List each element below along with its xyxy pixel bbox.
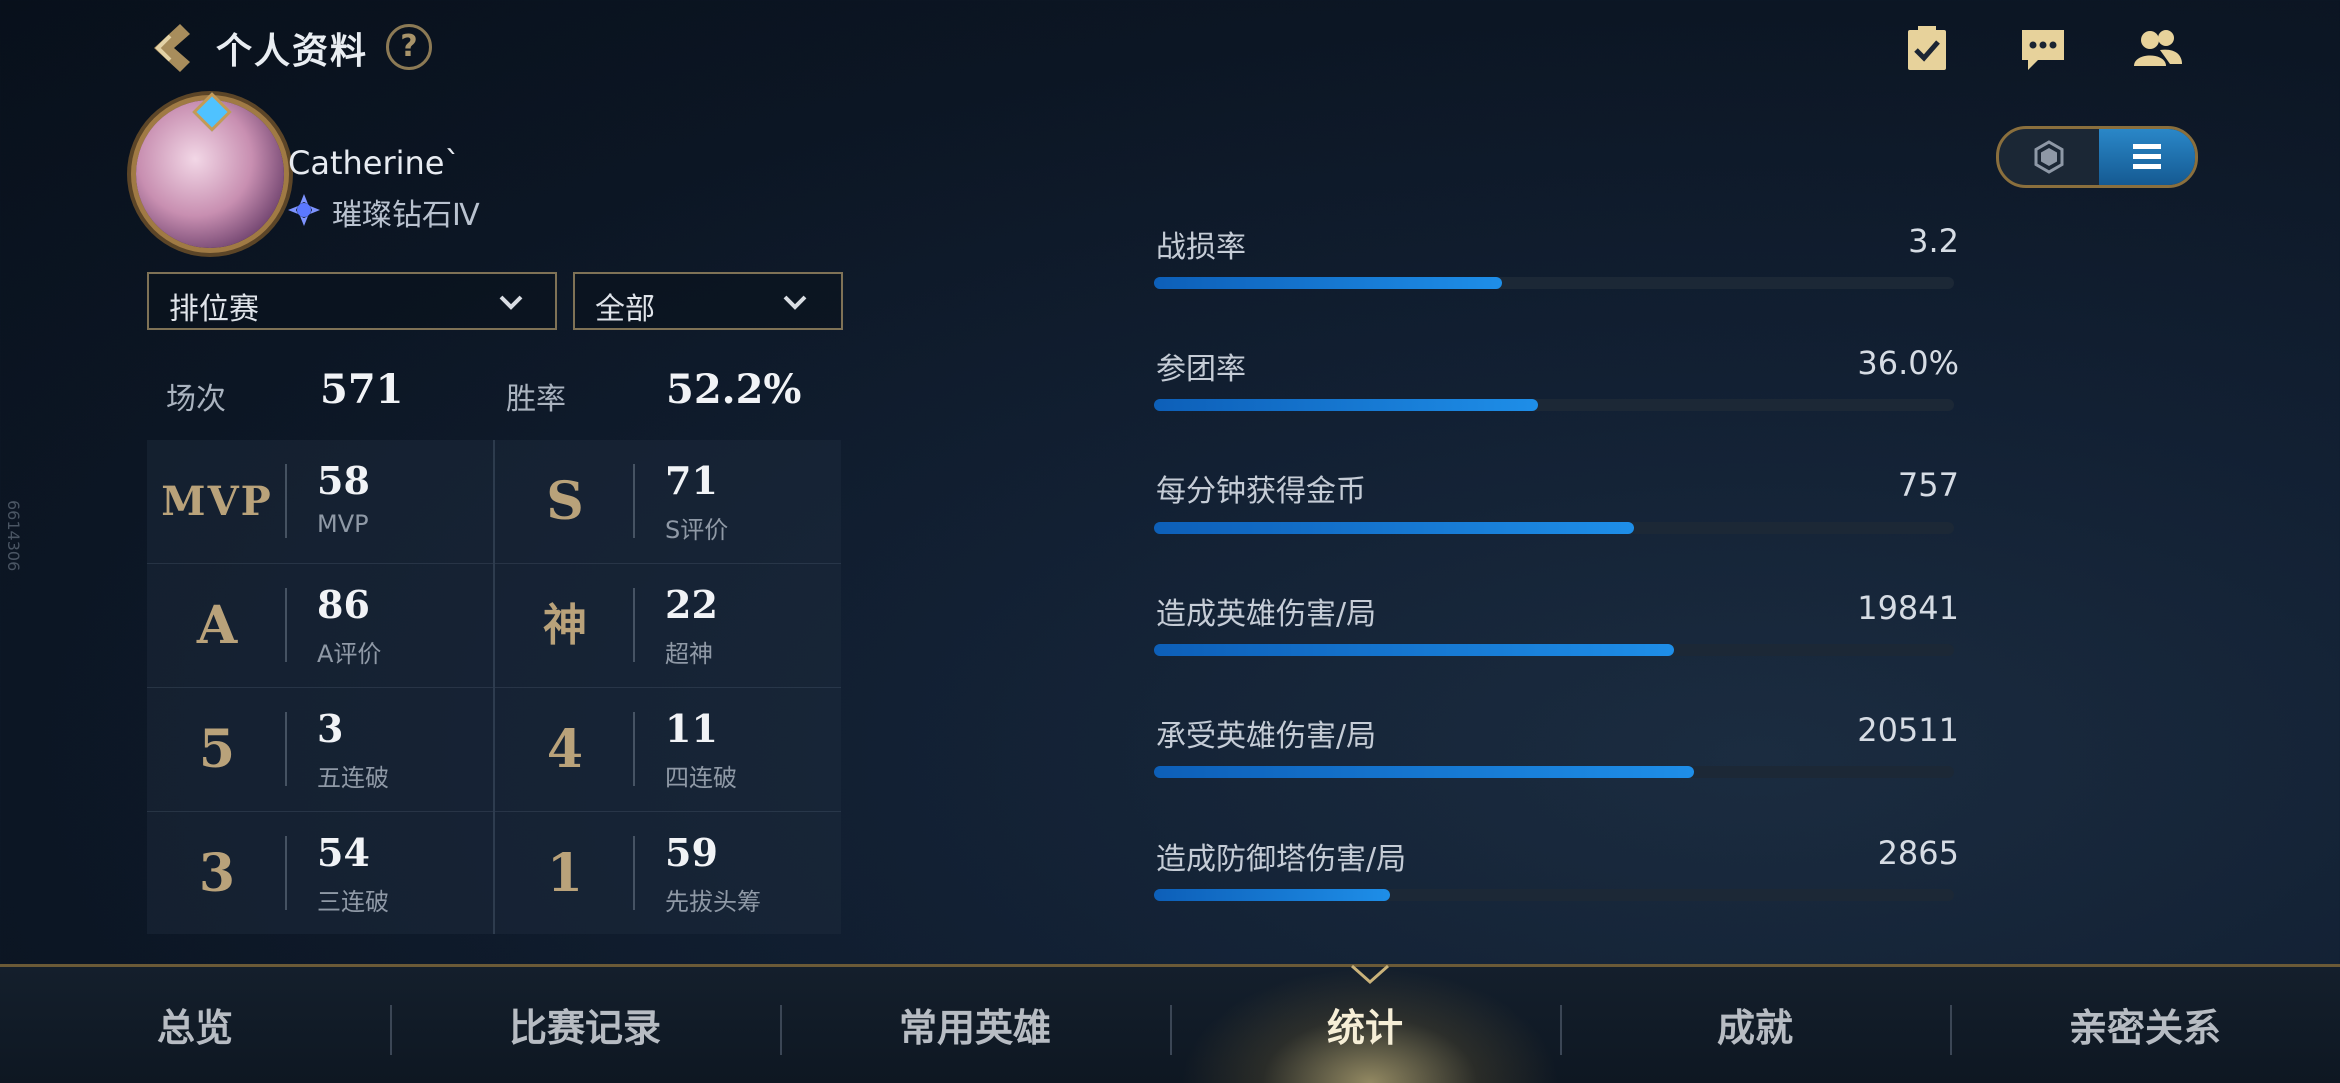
- cell-separator: [285, 588, 287, 662]
- tab-heroes[interactable]: 常用英雄: [780, 997, 1170, 1052]
- task-checklist-icon[interactable]: [1900, 22, 1954, 76]
- rank-label: 璀璨钻石Ⅳ: [332, 198, 480, 233]
- first-blood-icon: 1: [546, 843, 584, 904]
- username: Catherine`: [288, 144, 461, 182]
- stat-bar-fill: [1154, 889, 1390, 901]
- honor-quadra-kill: 4 11 四连破: [495, 688, 841, 812]
- honor-value: 86: [317, 582, 370, 627]
- chat-icon[interactable]: [2016, 22, 2070, 76]
- stat-bar-fill: [1154, 644, 1674, 656]
- radar-view-button[interactable]: [1999, 129, 2099, 185]
- a-rating-icon: A: [196, 595, 238, 656]
- honor-label: 先拔头筹: [665, 888, 761, 916]
- stat-bar: [1154, 766, 1954, 778]
- stat-value: 20511: [1857, 711, 1959, 749]
- tab-statistics[interactable]: 统计: [1170, 997, 1560, 1052]
- stat-bar: [1154, 889, 1954, 901]
- honor-value: 58: [317, 458, 370, 503]
- cell-separator: [285, 712, 287, 786]
- friends-icon[interactable]: [2130, 22, 2184, 76]
- honor-value: 11: [665, 706, 718, 751]
- view-toggle[interactable]: [1996, 126, 2198, 188]
- bottom-nav: 总览 比赛记录 常用英雄 统计 成就 亲密关系: [0, 964, 2340, 1083]
- winrate-label: 胜率: [506, 382, 566, 417]
- stat-bar-fill: [1154, 522, 1634, 534]
- stat-value: 757: [1897, 466, 1959, 504]
- stat-bar: [1154, 522, 1954, 534]
- help-button[interactable]: ?: [386, 24, 432, 70]
- cell-separator: [633, 712, 635, 786]
- honor-s-rating: S 71 S评价: [495, 440, 841, 564]
- honor-label: A评价: [317, 640, 382, 668]
- honor-first-blood: 1 59 先拔头筹: [495, 812, 841, 935]
- scope-dropdown-value: 全部: [595, 292, 655, 327]
- cell-separator: [633, 836, 635, 910]
- penta-kill-icon: 5: [198, 719, 236, 780]
- stat-bar-fill: [1154, 277, 1502, 289]
- triple-kill-icon: 3: [198, 843, 236, 904]
- diamond-rank-icon: [288, 194, 320, 226]
- stat-label: 每分钟获得金币: [1156, 474, 1366, 509]
- hexagon-icon: [2034, 140, 2064, 174]
- honor-label: 超神: [665, 640, 713, 668]
- stat-bar: [1154, 644, 1954, 656]
- honor-a-rating: A 86 A评价: [147, 564, 493, 688]
- honor-label: 五连破: [317, 764, 389, 792]
- honor-label: MVP: [317, 510, 369, 538]
- quadra-kill-icon: 4: [546, 719, 584, 780]
- active-tab-caret-icon: [1351, 964, 1389, 985]
- scope-dropdown[interactable]: 全部: [573, 272, 843, 330]
- chevron-down-icon: [783, 295, 807, 310]
- games-label: 场次: [166, 382, 226, 417]
- stat-value: 3.2: [1908, 222, 1959, 260]
- cell-separator: [633, 464, 635, 538]
- honor-mvp: MVP 58 MVP: [147, 440, 493, 564]
- cell-separator: [285, 836, 287, 910]
- honor-label: S评价: [665, 516, 729, 544]
- games-value: 571: [320, 366, 404, 413]
- honor-triple-kill: 3 54 三连破: [147, 812, 493, 935]
- cell-separator: [285, 464, 287, 538]
- honor-value: 22: [665, 582, 718, 627]
- tab-relationships[interactable]: 亲密关系: [1950, 997, 2340, 1052]
- honor-value: 71: [665, 458, 718, 503]
- stat-value: 36.0%: [1857, 344, 1959, 382]
- honor-label: 三连破: [317, 888, 389, 916]
- chevron-down-icon: [499, 295, 523, 310]
- honor-value: 54: [317, 830, 370, 875]
- stat-label: 造成英雄伤害/局: [1156, 597, 1377, 632]
- stat-value: 19841: [1857, 589, 1959, 627]
- mode-dropdown[interactable]: 排位赛: [147, 272, 557, 330]
- mvp-icon: MVP: [161, 478, 273, 525]
- list-icon: [2133, 144, 2161, 169]
- honor-value: 59: [665, 830, 718, 875]
- mode-dropdown-value: 排位赛: [169, 292, 259, 327]
- honor-value: 3: [317, 706, 344, 751]
- stat-value: 2865: [1877, 834, 1959, 872]
- stat-label: 参团率: [1156, 352, 1246, 387]
- tab-overview[interactable]: 总览: [0, 997, 390, 1052]
- stat-bar-fill: [1154, 766, 1694, 778]
- stat-bar: [1154, 399, 1954, 411]
- page-title: 个人资料: [216, 31, 369, 72]
- list-view-button[interactable]: [2099, 129, 2195, 185]
- stat-label: 承受英雄伤害/局: [1156, 719, 1377, 754]
- honor-penta-kill: 5 3 五连破: [147, 688, 493, 812]
- winrate-value: 52.2%: [666, 366, 802, 413]
- tab-match-history[interactable]: 比赛记录: [390, 997, 780, 1052]
- cell-separator: [633, 588, 635, 662]
- godlike-icon: 神: [543, 600, 587, 651]
- honors-grid: MVP 58 MVP S 71 S评价 A 86 A评价 神 22 超神 5 3…: [147, 440, 841, 934]
- stat-bar: [1154, 277, 1954, 289]
- stat-label: 战损率: [1156, 230, 1246, 265]
- back-arrow-icon[interactable]: [140, 18, 200, 78]
- watermark-id: 6614306: [4, 500, 23, 572]
- s-rating-icon: S: [546, 471, 584, 532]
- honor-godlike: 神 22 超神: [495, 564, 841, 688]
- tab-achievements[interactable]: 成就: [1560, 997, 1950, 1052]
- stat-bar-fill: [1154, 399, 1538, 411]
- honor-label: 四连破: [665, 764, 737, 792]
- stat-label: 造成防御塔伤害/局: [1156, 842, 1407, 877]
